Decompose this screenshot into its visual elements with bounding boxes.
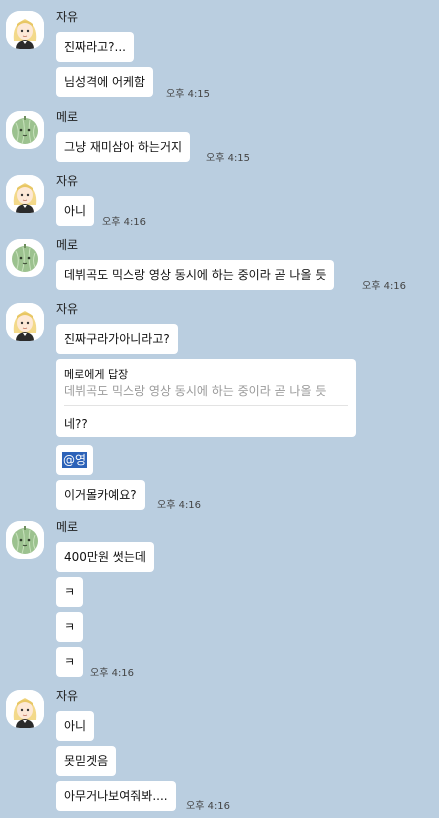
message-bubble[interactable]: 아무거나보여줘봐.... (56, 781, 176, 811)
message-group: 메로 400만원 썻는데 ㅋ ㅋ ㅋ 오후 4:16 (0, 520, 439, 681)
sender-name: 메로 (56, 238, 79, 252)
message-group: 메로 데뷔곡도 믹스랑 영상 동시에 하는 중이라 곧 나올 듯 오후 4:16 (0, 238, 439, 294)
mention-bubble[interactable]: @영 (56, 445, 94, 475)
reply-quote[interactable]: 데뷔곡도 믹스랑 영상 동시에 하는 중이라 곧 나올 듯 (64, 382, 326, 399)
avatar-girl-icon (6, 11, 44, 49)
avatar-melon-icon (6, 521, 44, 559)
message-bubble[interactable]: ㅋ (56, 577, 84, 607)
message-bubble[interactable]: 님성격에 어케함 (56, 67, 154, 97)
message-bubble[interactable]: 못믿겟음 (56, 746, 117, 776)
message-bubble[interactable]: 진짜구라가아니라고? (56, 324, 178, 354)
sender-name: 메로 (56, 110, 79, 124)
sender-name: 메로 (56, 520, 79, 534)
message-time: 오후 4:15 (206, 153, 251, 164)
avatar-girl-icon (6, 303, 44, 341)
avatar[interactable] (6, 175, 44, 213)
message-time: 오후 4:15 (166, 89, 211, 100)
message-group: 자유 진짜구라가아니라고? 메로에게 답장 데뷔곡도 믹스랑 영상 동시에 하는… (0, 302, 439, 513)
message-group: 자유 아니 오후 4:16 (0, 174, 439, 230)
reply-text: 네?? (64, 417, 88, 431)
message-bubble[interactable]: 아니 (56, 196, 95, 226)
avatar[interactable] (6, 521, 44, 559)
message-bubble[interactable]: 그냥 재미삼아 하는거지 (56, 132, 191, 162)
message-time: 오후 4:16 (362, 281, 407, 292)
avatar-girl-icon (6, 690, 44, 728)
message-bubble[interactable]: 아니 (56, 711, 95, 741)
message-bubble[interactable]: 진짜라고?... (56, 32, 134, 62)
avatar-melon-icon (6, 111, 44, 149)
sender-name: 자유 (56, 174, 79, 188)
sender-name: 자유 (56, 302, 79, 316)
avatar[interactable] (6, 11, 44, 49)
avatar-melon-icon (6, 239, 44, 277)
mention-tag[interactable]: @영 (62, 452, 88, 468)
message-bubble[interactable]: ㅋ (56, 612, 84, 642)
sender-name: 자유 (56, 689, 79, 703)
message-bubble[interactable]: ㅋ (56, 647, 84, 677)
avatar[interactable] (6, 239, 44, 277)
reply-divider (64, 405, 348, 406)
message-time: 오후 4:16 (90, 668, 135, 679)
message-time: 오후 4:16 (186, 801, 231, 812)
message-bubble[interactable]: 데뷔곡도 믹스랑 영상 동시에 하는 중이라 곧 나올 듯 (56, 260, 335, 290)
reply-bubble[interactable]: 메로에게 답장 데뷔곡도 믹스랑 영상 동시에 하는 중이라 곧 나올 듯 네?… (56, 359, 356, 437)
avatar[interactable] (6, 111, 44, 149)
sender-name: 자유 (56, 10, 79, 24)
message-bubble[interactable]: 이거몰카예요? (56, 480, 145, 510)
avatar[interactable] (6, 690, 44, 728)
message-time: 오후 4:16 (102, 217, 147, 228)
avatar[interactable] (6, 303, 44, 341)
reply-title: 메로에게 답장 (64, 368, 129, 381)
message-time: 오후 4:16 (157, 500, 202, 511)
message-group: 자유 아니 못믿겟음 아무거나보여줘봐.... 오후 4:16 (0, 689, 439, 818)
message-bubble[interactable]: 400만원 썻는데 (56, 542, 154, 572)
message-group: 메로 그냥 재미삼아 하는거지 오후 4:15 (0, 110, 439, 166)
message-group: 자유 진짜라고?... 님성격에 어케함 오후 4:15 (0, 10, 439, 101)
avatar-girl-icon (6, 175, 44, 213)
